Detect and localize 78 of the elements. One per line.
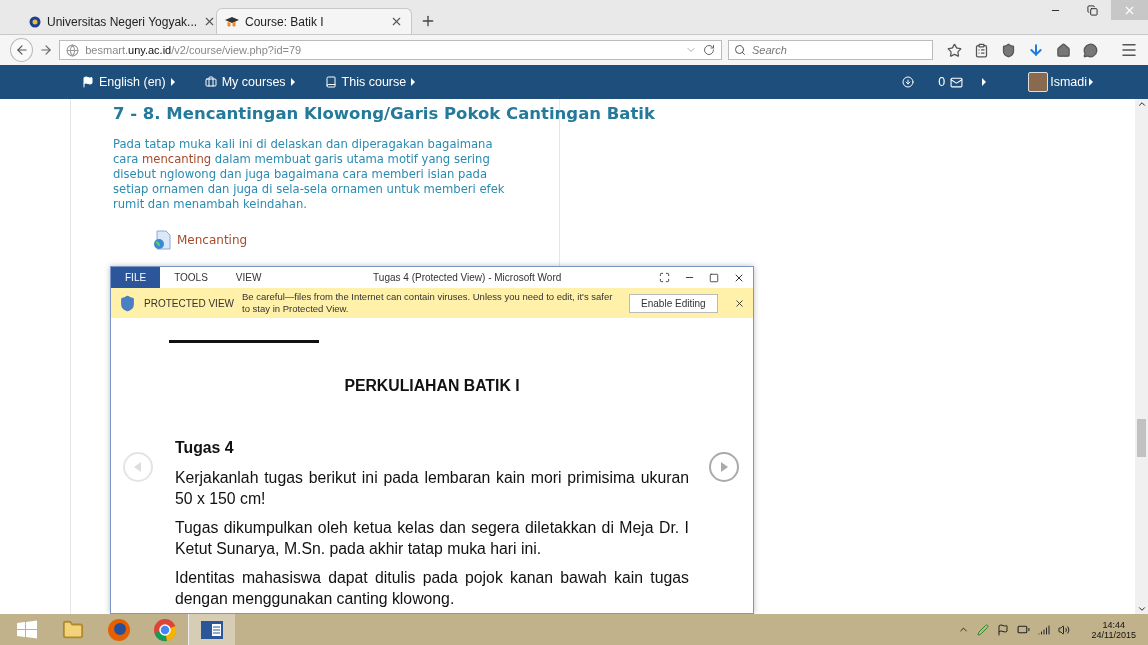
address-bar[interactable]: besmart.uny.ac.id/v2/course/view.php?id=79 [59, 40, 722, 60]
globe-icon [66, 43, 80, 57]
forward-icon[interactable] [39, 43, 54, 57]
firefox-icon[interactable] [107, 617, 131, 642]
full-screen-icon[interactable] [659, 272, 670, 283]
menu-icon[interactable] [1120, 41, 1138, 59]
scroll-down-icon[interactable] [1136, 604, 1147, 614]
book-icon [324, 76, 337, 88]
caret-icon [411, 78, 416, 86]
user-menu[interactable]: Ismadi [1028, 72, 1093, 92]
scroll-up-icon[interactable] [1136, 99, 1147, 109]
taskbar-app[interactable] [188, 614, 235, 645]
search-icon [733, 44, 746, 56]
nav-menu[interactable]: This course [324, 75, 416, 89]
close-icon[interactable] [734, 297, 745, 309]
right-triangle-icon [720, 462, 728, 472]
nav-menu-label: English (en) [99, 75, 166, 89]
document-subheading: Tugas 4 [175, 439, 235, 457]
back-icon [14, 43, 29, 57]
nav-menu[interactable]: English (en) [82, 75, 175, 89]
reload-icon[interactable] [702, 44, 715, 56]
scrollbar[interactable] [1135, 99, 1148, 614]
home-icon[interactable] [1056, 42, 1071, 58]
bookmark-star-icon[interactable] [947, 42, 962, 58]
clock-date: 24/11/2015 [1091, 629, 1136, 640]
resource-link[interactable]: Mencanting [177, 233, 248, 247]
clock[interactable]: 14:44 24/11/2015 [1091, 619, 1136, 640]
clipboard-icon[interactable] [974, 42, 989, 58]
document-title: PERKULIAHAN BATIK I [343, 377, 521, 395]
clock-time: 14:44 [1102, 619, 1126, 630]
ribbon-tab[interactable]: TOOLS [160, 267, 222, 288]
restore-icon [1087, 4, 1098, 16]
scroll-thumb[interactable] [1137, 419, 1146, 457]
speaker-icon[interactable] [1057, 623, 1070, 636]
caret-icon [1089, 78, 1093, 86]
message-count: 0 [938, 75, 946, 89]
new-tab-icon[interactable] [420, 13, 436, 29]
download-circle-icon[interactable] [902, 76, 915, 88]
flag-icon[interactable] [996, 623, 1009, 636]
text-link[interactable]: mencanting [142, 152, 212, 166]
briefcase-icon [204, 76, 217, 88]
chat-icon[interactable] [1083, 42, 1098, 58]
nav-menu-label: My courses [221, 75, 286, 89]
ribbon-tab[interactable]: VIEW [221, 267, 276, 288]
messages-menu[interactable]: 0 [938, 75, 987, 89]
download-icon[interactable] [1028, 42, 1044, 58]
left-triangle-icon [134, 462, 142, 472]
search-field[interactable]: Search [727, 40, 933, 60]
nav-menu[interactable]: My courses [204, 75, 295, 89]
chrome-icon[interactable] [153, 617, 177, 642]
shield-icon [119, 294, 136, 312]
browser-tab[interactable]: Universitas Negeri Yogyak... [20, 8, 216, 34]
banner-message: Be careful—files from the Internet can contain viruses. Unless you need to edit, it's safer to stay in Protected View. [242, 291, 614, 315]
caret-icon [290, 78, 295, 86]
battery-icon[interactable] [1016, 623, 1030, 636]
section-description: Pada tatap muka kali ini di delaskan dan diperagakan bagaimana cara mencanting dalam membuat garis utama motif yang sering disebut nglowong dan juga bagaimana cara memberi isian pada setiap ornamen dan juga di sela-sela ornamen untuk memberi efek rumit dan menambah keindahan. [113, 137, 506, 212]
web-page-icon [153, 230, 171, 250]
banner-label: PROTECTED VIEW [144, 297, 234, 309]
caret-icon [170, 78, 175, 86]
document-paragraph: Identitas mahasiswa dapat ditulis pada pojok kanan bawah kain tugas dengan menggunakan canting klowong. [175, 568, 689, 609]
mortarboard-icon [225, 16, 239, 27]
maximize-icon[interactable] [709, 272, 719, 283]
browser-tab[interactable]: Course: Batik I [216, 8, 412, 34]
document-paragraph: Tugas dikumpulkan oleh ketua kelas dan segera diletakkan di Meja Dr. I Ketut Sunarya, M.Sn. pada akhir tatap muka hari ini. [175, 518, 689, 559]
user-name: Ismadi [1050, 75, 1087, 89]
flag-icon [82, 76, 94, 88]
close-icon[interactable] [390, 15, 403, 28]
search-input[interactable]: Search [749, 43, 927, 57]
window-title: Tugas 4 (Protected View) - Microsoft Word [372, 272, 563, 283]
seal-icon [29, 15, 41, 28]
nav-menu-label: This course [341, 75, 407, 89]
avatar-placeholder [1028, 72, 1049, 92]
mail-icon [950, 75, 964, 89]
caret-icon [982, 78, 987, 86]
document-paragraph: Kerjakanlah tugas berikut ini pada lembaran kain mori primisima ukuran 50 x 150 cm! [175, 468, 689, 509]
enable-editing-button[interactable]: Enable Editing [628, 293, 718, 313]
ribbon-tab[interactable]: FILE [111, 267, 161, 288]
section-heading: 7 - 8. Mencantingan Klowong/Garis Pokok Cantingan Batik [113, 103, 655, 125]
